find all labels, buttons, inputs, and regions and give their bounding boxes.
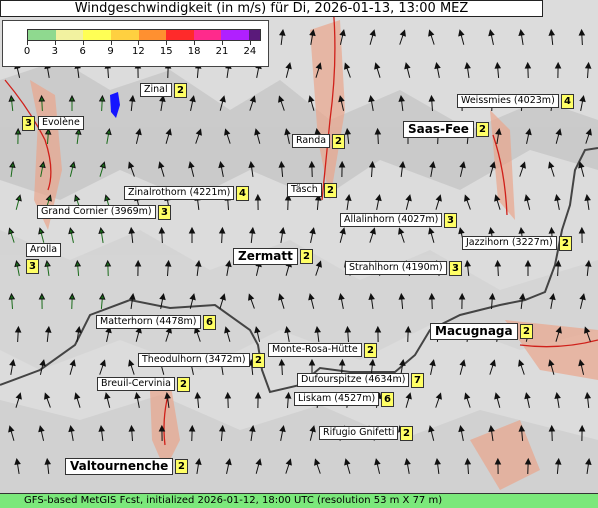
place-label: Allalinhorn (4027m) [340, 213, 443, 227]
wind-speed-badge: 2 [177, 377, 190, 392]
place-label: Rifugio Gnifetti [319, 426, 399, 440]
wind-speed-badge: 2 [252, 353, 265, 368]
wind-speed-badge: 2 [324, 183, 337, 198]
legend-tick-label: 15 [159, 46, 173, 57]
legend-color-segment [193, 30, 222, 40]
wind-speed-badge: 2 [476, 122, 489, 137]
wind-speed-badge: 3 [158, 205, 171, 220]
legend-tick-label: 24 [243, 46, 257, 57]
wind-speed-badge: 3 [22, 116, 35, 131]
legend-color-segment [249, 30, 261, 40]
wind-map: Windgeschwindigkeit (in m/s) für Di, 202… [0, 0, 598, 508]
wind-speed-badge: 3 [26, 259, 39, 274]
legend-tick-mark [27, 41, 28, 45]
place-label: Macugnaga [430, 323, 518, 340]
place-label: Liskam (4527m) [294, 392, 380, 406]
legend-tick-mark [110, 41, 112, 45]
legend-tick-label: 6 [79, 46, 86, 57]
legend-tick-mark [138, 41, 140, 45]
legend-color-segment [166, 30, 194, 40]
wind-speed-badge: 2 [559, 236, 572, 251]
place-label: Matterhorn (4478m) [96, 315, 201, 329]
legend-tick-mark [54, 41, 56, 45]
legend-tick-label: 0 [23, 46, 31, 57]
wind-speed-badge: 4 [236, 186, 249, 201]
legend-tick-label: 18 [187, 46, 201, 57]
place-label: Strahlhorn (4190m) [345, 261, 447, 275]
terrain-layer [0, 0, 598, 508]
legend-tick-mark [82, 41, 84, 45]
wind-speed-badge: 2 [520, 324, 533, 339]
place-label: Grand Cornier (3969m) [37, 205, 156, 219]
wind-speed-badge: 3 [449, 261, 462, 276]
place-label: Arolla [26, 243, 62, 257]
legend-tick-mark [222, 41, 223, 45]
legend-tick-mark [166, 41, 168, 45]
wind-speed-badge: 2 [364, 343, 377, 358]
wind-speed-badge: 4 [561, 94, 574, 109]
legend-tick-mark [249, 41, 251, 45]
place-label: Zermatt [233, 248, 298, 265]
place-label: Theodulhorn (3472m) [138, 353, 250, 367]
wind-speed-badge: 2 [300, 249, 313, 264]
wind-speed-badge: 7 [411, 373, 424, 388]
place-label: Breuil-Cervinia [97, 377, 175, 391]
place-label: Monte-Rosa-Hütte [268, 343, 362, 357]
wind-speed-legend: 0 3 6 9 12 15 18 21 24 [2, 20, 269, 67]
legend-color-segment [28, 30, 56, 40]
legend-color-segment [138, 30, 167, 40]
place-label: Jazzihorn (3227m) [462, 236, 557, 250]
place-label: Zinalrothorn (4221m) [124, 186, 235, 200]
place-label: Weissmies (4023m) [457, 94, 559, 108]
legend-tick-label: 12 [132, 46, 145, 57]
wind-speed-badge: 2 [175, 459, 188, 474]
place-label: Randa [292, 134, 331, 148]
legend-color-bar [27, 29, 261, 41]
wind-speed-badge: 2 [332, 134, 345, 149]
legend-color-segment [55, 30, 84, 40]
forecast-footer: GFS-based MetGIS Fcst, initialized 2026-… [0, 493, 598, 508]
map-title: Windgeschwindigkeit (in m/s) für Di, 202… [0, 0, 543, 17]
wind-speed-badge: 2 [400, 426, 413, 441]
legend-color-segment [110, 30, 139, 40]
place-label: Täsch [287, 183, 322, 197]
legend-tick-label: 3 [51, 46, 59, 57]
place-label: Evolène [38, 116, 84, 130]
legend-color-segment [83, 30, 111, 40]
wind-speed-badge: 6 [381, 392, 394, 407]
legend-color-segment [221, 30, 249, 40]
wind-speed-badge: 2 [174, 83, 187, 98]
place-label: Zinal [140, 83, 172, 97]
place-label: Dufourspitze (4634m) [297, 373, 410, 387]
legend-tick-label: 21 [215, 46, 229, 57]
place-label: Valtournenche [65, 458, 174, 475]
wind-speed-badge: 6 [203, 315, 216, 330]
place-label: Saas-Fee [403, 121, 474, 138]
wind-speed-badge: 3 [444, 213, 457, 228]
legend-tick-label: 9 [107, 46, 114, 57]
legend-tick-mark [194, 41, 196, 45]
